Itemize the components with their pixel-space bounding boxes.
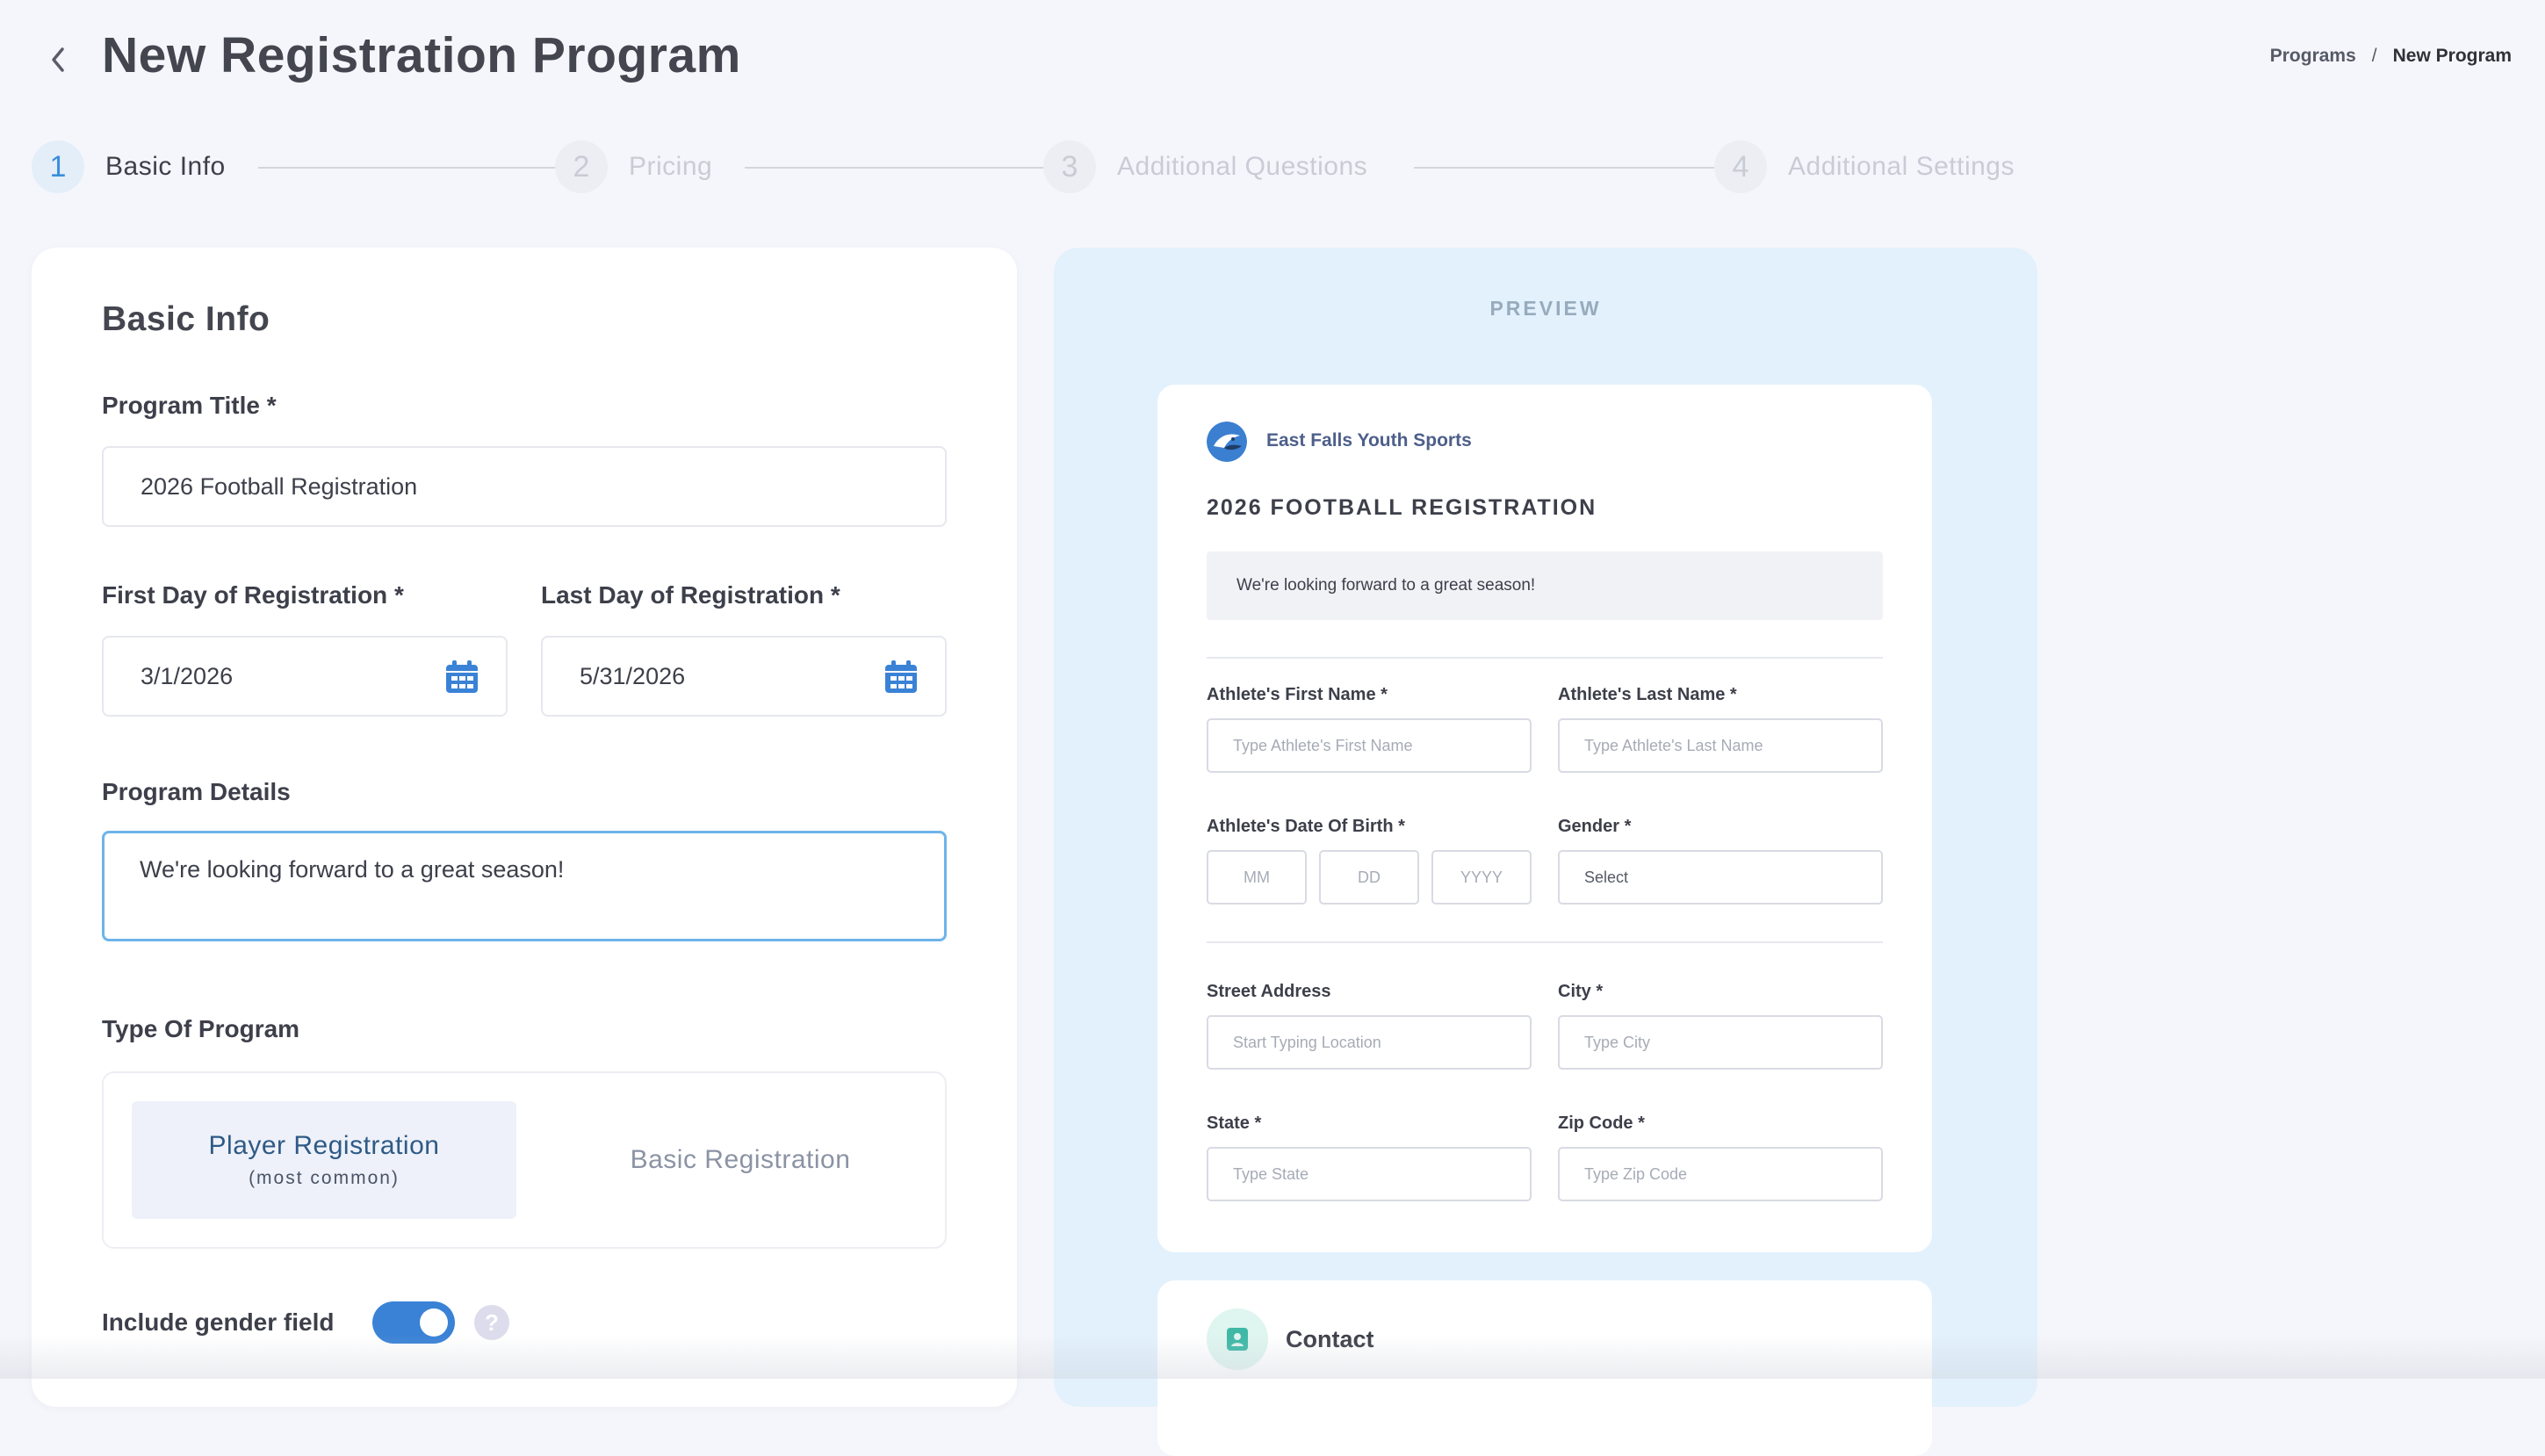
state-label: State *: [1207, 1114, 1262, 1133]
step-number: 4: [1714, 141, 1767, 193]
zip-input[interactable]: Type Zip Code: [1558, 1147, 1883, 1201]
preview-title: 2026 FOOTBALL REGISTRATION: [1207, 495, 1597, 520]
step-number: 1: [32, 141, 84, 193]
stepper: 1 Basic Info 2 Pricing 3 Additional Ques…: [32, 141, 2037, 195]
program-title-label: Program Title *: [102, 392, 277, 419]
preview-contact-card: Contact: [1157, 1280, 1932, 1456]
zip-label: Zip Code *: [1558, 1114, 1645, 1133]
street-input[interactable]: Start Typing Location: [1207, 1015, 1532, 1070]
dob-year-input[interactable]: YYYY: [1431, 850, 1532, 905]
first-name-label: Athlete's First Name *: [1207, 685, 1388, 704]
last-name-input[interactable]: Type Athlete's Last Name: [1558, 718, 1883, 773]
city-label: City *: [1558, 982, 1604, 1001]
type-of-program-label: Type Of Program: [102, 1015, 300, 1042]
last-day-input[interactable]: 5/31/2026: [541, 636, 947, 717]
page-title: New Registration Program: [102, 27, 741, 83]
last-name-label: Athlete's Last Name *: [1558, 685, 1737, 704]
org-logo: [1207, 422, 1247, 462]
program-type-selector: Player Registration (most common) Basic …: [102, 1071, 947, 1249]
contact-card-icon: [1207, 1308, 1268, 1370]
basic-registration-option[interactable]: Basic Registration: [548, 1101, 933, 1219]
org-logo-icon: [1207, 422, 1247, 462]
basic-info-card: Basic Info Program Title * 2026 Football…: [32, 248, 1017, 1407]
state-input[interactable]: Type State: [1207, 1147, 1532, 1201]
step-additional-questions[interactable]: 3 Additional Questions: [1043, 141, 1367, 193]
first-day-label: First Day of Registration *: [102, 581, 404, 609]
step-pricing[interactable]: 2 Pricing: [555, 141, 712, 193]
step-label: Additional Questions: [1117, 152, 1368, 181]
step-connector: [258, 167, 564, 169]
gender-toggle-label: Include gender field: [102, 1308, 335, 1336]
breadcrumb-programs-link[interactable]: Programs: [2270, 46, 2356, 67]
gender-field-toggle[interactable]: [372, 1301, 455, 1344]
preview-description: We're looking forward to a great season!: [1207, 551, 1883, 620]
step-label: Basic Info: [105, 152, 226, 181]
org-name: East Falls Youth Sports: [1266, 430, 1472, 450]
step-connector: [1414, 167, 1719, 169]
card-title: Basic Info: [102, 300, 270, 338]
step-number: 2: [555, 141, 608, 193]
last-day-value: 5/31/2026: [580, 662, 686, 689]
toggle-knob: [420, 1308, 448, 1337]
step-basic-info[interactable]: 1 Basic Info: [32, 141, 226, 193]
breadcrumb: Programs / New Program: [2270, 46, 2512, 67]
breadcrumb-current: New Program: [2392, 46, 2512, 66]
step-label: Additional Settings: [1788, 152, 2015, 181]
dob-month-input[interactable]: MM: [1207, 850, 1307, 905]
player-registration-option[interactable]: Player Registration (most common): [132, 1101, 516, 1219]
step-number: 3: [1043, 141, 1096, 193]
calendar-icon[interactable]: [883, 660, 919, 695]
step-connector: [745, 167, 1050, 169]
program-title-input[interactable]: 2026 Football Registration: [102, 446, 947, 527]
back-button[interactable]: [42, 42, 74, 77]
question-icon[interactable]: ?: [474, 1305, 509, 1340]
step-label: Pricing: [629, 152, 713, 181]
program-details-label: Program Details: [102, 778, 291, 805]
gender-select[interactable]: Select: [1558, 850, 1883, 905]
dob-label: Athlete's Date Of Birth *: [1207, 817, 1405, 836]
divider: [1207, 657, 1883, 659]
preview-panel: PREVIEW East Falls Youth Sports 2026 FOO…: [1054, 248, 2037, 1456]
dob-day-input[interactable]: DD: [1319, 850, 1419, 905]
first-name-input[interactable]: Type Athlete's First Name: [1207, 718, 1532, 773]
first-day-value: 3/1/2026: [141, 662, 234, 689]
step-additional-settings[interactable]: 4 Additional Settings: [1714, 141, 2015, 193]
divider: [1207, 941, 1883, 943]
last-day-label: Last Day of Registration *: [541, 581, 840, 609]
breadcrumb-separator: /: [2371, 46, 2377, 66]
first-day-input[interactable]: 3/1/2026: [102, 636, 508, 717]
calendar-icon[interactable]: [444, 660, 479, 695]
option-sublabel: (most common): [249, 1168, 400, 1188]
program-details-textarea[interactable]: We're looking forward to a great season!: [102, 831, 947, 941]
chevron-left-icon: [52, 47, 64, 72]
option-label: Player Registration: [208, 1131, 440, 1160]
preview-form-card: East Falls Youth Sports 2026 FOOTBALL RE…: [1157, 385, 1932, 1252]
contact-title: Contact: [1286, 1326, 1374, 1352]
preview-label: PREVIEW: [1489, 297, 1602, 320]
gender-label: Gender *: [1558, 817, 1632, 836]
street-label: Street Address: [1207, 982, 1331, 1001]
city-input[interactable]: Type City: [1558, 1015, 1883, 1070]
